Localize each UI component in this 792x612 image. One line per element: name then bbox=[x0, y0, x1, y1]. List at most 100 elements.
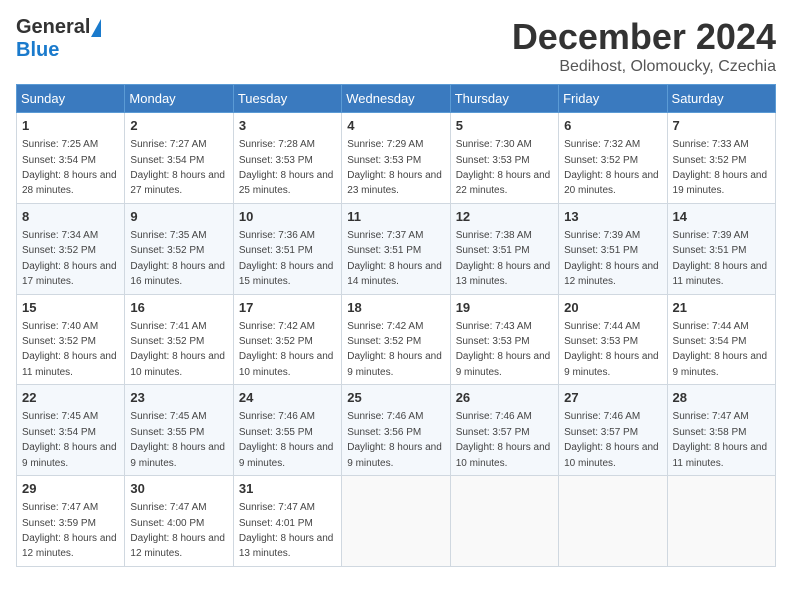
day-number: 30 bbox=[130, 480, 227, 498]
day-number: 20 bbox=[564, 299, 661, 317]
calendar-cell: 19Sunrise: 7:43 AMSunset: 3:53 PMDayligh… bbox=[450, 294, 558, 385]
day-info: Sunrise: 7:40 AMSunset: 3:52 PMDaylight:… bbox=[22, 321, 117, 378]
day-number: 13 bbox=[564, 208, 661, 226]
calendar-cell: 4Sunrise: 7:29 AMSunset: 3:53 PMDaylight… bbox=[342, 113, 450, 204]
calendar-cell: 14 Sunrise: 7:39 AMSunset: 3:51 PMDayligh… bbox=[667, 203, 775, 294]
calendar-week-row: 1 Sunrise: 7:25 AMSunset: 3:54 PMDaylight… bbox=[17, 113, 776, 204]
calendar-week-row: 22 Sunrise: 7:45 AMSunset: 3:54 PMDayligh… bbox=[17, 385, 776, 476]
day-info: Sunrise: 7:47 AMSunset: 3:58 PMDaylight:… bbox=[673, 411, 768, 468]
day-number: 29 bbox=[22, 480, 119, 498]
month-title: December 2024 bbox=[512, 16, 776, 58]
day-info: Sunrise: 7:47 AMSunset: 4:01 PMDaylight:… bbox=[239, 502, 334, 559]
location-subtitle: Bedihost, Olomoucky, Czechia bbox=[512, 58, 776, 76]
calendar-table: Sunday Monday Tuesday Wednesday Thursday… bbox=[16, 84, 776, 567]
calendar-cell: 10Sunrise: 7:36 AMSunset: 3:51 PMDayligh… bbox=[233, 203, 341, 294]
day-info: Sunrise: 7:37 AMSunset: 3:51 PMDaylight:… bbox=[347, 230, 442, 287]
day-info: Sunrise: 7:43 AMSunset: 3:53 PMDaylight:… bbox=[456, 321, 551, 378]
day-info: Sunrise: 7:39 AMSunset: 3:51 PMDaylight:… bbox=[564, 230, 659, 287]
header-tuesday: Tuesday bbox=[233, 85, 341, 113]
day-number: 21 bbox=[673, 299, 770, 317]
day-info: Sunrise: 7:47 AMSunset: 4:00 PMDaylight:… bbox=[130, 502, 225, 559]
day-info: Sunrise: 7:39 AMSunset: 3:51 PMDaylight:… bbox=[673, 230, 768, 287]
calendar-cell: 26 Sunrise: 7:46 AMSunset: 3:57 PMDayligh… bbox=[450, 385, 558, 476]
calendar-cell: 22 Sunrise: 7:45 AMSunset: 3:54 PMDayligh… bbox=[17, 385, 125, 476]
calendar-cell bbox=[667, 476, 775, 567]
logo-triangle-icon bbox=[91, 19, 101, 37]
day-info: Sunrise: 7:46 AMSunset: 3:57 PMDaylight:… bbox=[564, 411, 659, 468]
header-monday: Monday bbox=[125, 85, 233, 113]
calendar-cell: 24 Sunrise: 7:46 AMSunset: 3:55 PMDayligh… bbox=[233, 385, 341, 476]
day-number: 12 bbox=[456, 208, 553, 226]
day-number: 26 bbox=[456, 389, 553, 407]
day-info: Sunrise: 7:25 AMSunset: 3:54 PMDaylight:… bbox=[22, 139, 117, 196]
calendar-cell: 3Sunrise: 7:28 AMSunset: 3:53 PMDaylight… bbox=[233, 113, 341, 204]
logo: General Blue bbox=[16, 16, 101, 62]
calendar-cell: 31 Sunrise: 7:47 AMSunset: 4:01 PMDayligh… bbox=[233, 476, 341, 567]
calendar-cell: 11Sunrise: 7:37 AMSunset: 3:51 PMDayligh… bbox=[342, 203, 450, 294]
day-number: 6 bbox=[564, 117, 661, 135]
logo-general: General bbox=[16, 16, 90, 39]
day-number: 4 bbox=[347, 117, 444, 135]
calendar-cell: 5 Sunrise: 7:30 AMSunset: 3:53 PMDaylight… bbox=[450, 113, 558, 204]
header-saturday: Saturday bbox=[667, 85, 775, 113]
calendar-cell: 25 Sunrise: 7:46 AMSunset: 3:56 PMDayligh… bbox=[342, 385, 450, 476]
day-number: 18 bbox=[347, 299, 444, 317]
day-number: 8 bbox=[22, 208, 119, 226]
day-info: Sunrise: 7:46 AMSunset: 3:55 PMDaylight:… bbox=[239, 411, 334, 468]
calendar-cell: 8 Sunrise: 7:34 AMSunset: 3:52 PMDaylight… bbox=[17, 203, 125, 294]
day-number: 2 bbox=[130, 117, 227, 135]
calendar-week-row: 8 Sunrise: 7:34 AMSunset: 3:52 PMDaylight… bbox=[17, 203, 776, 294]
calendar-cell bbox=[450, 476, 558, 567]
day-info: Sunrise: 7:46 AMSunset: 3:56 PMDaylight:… bbox=[347, 411, 442, 468]
calendar-cell: 15Sunrise: 7:40 AMSunset: 3:52 PMDayligh… bbox=[17, 294, 125, 385]
calendar-cell bbox=[559, 476, 667, 567]
day-info: Sunrise: 7:45 AMSunset: 3:55 PMDaylight:… bbox=[130, 411, 225, 468]
day-info: Sunrise: 7:44 AMSunset: 3:53 PMDaylight:… bbox=[564, 321, 659, 378]
calendar-cell bbox=[342, 476, 450, 567]
day-number: 28 bbox=[673, 389, 770, 407]
calendar-cell: 29 Sunrise: 7:47 AMSunset: 3:59 PMDayligh… bbox=[17, 476, 125, 567]
day-number: 1 bbox=[22, 117, 119, 135]
day-info: Sunrise: 7:42 AMSunset: 3:52 PMDaylight:… bbox=[239, 321, 334, 378]
day-info: Sunrise: 7:36 AMSunset: 3:51 PMDaylight:… bbox=[239, 230, 334, 287]
calendar-header-row: Sunday Monday Tuesday Wednesday Thursday… bbox=[17, 85, 776, 113]
day-number: 23 bbox=[130, 389, 227, 407]
day-info: Sunrise: 7:41 AMSunset: 3:52 PMDaylight:… bbox=[130, 321, 225, 378]
calendar-week-row: 15Sunrise: 7:40 AMSunset: 3:52 PMDayligh… bbox=[17, 294, 776, 385]
day-number: 31 bbox=[239, 480, 336, 498]
calendar-cell: 1 Sunrise: 7:25 AMSunset: 3:54 PMDaylight… bbox=[17, 113, 125, 204]
calendar-cell: 30 Sunrise: 7:47 AMSunset: 4:00 PMDayligh… bbox=[125, 476, 233, 567]
header-thursday: Thursday bbox=[450, 85, 558, 113]
day-info: Sunrise: 7:35 AMSunset: 3:52 PMDaylight:… bbox=[130, 230, 225, 287]
day-info: Sunrise: 7:44 AMSunset: 3:54 PMDaylight:… bbox=[673, 321, 768, 378]
day-number: 25 bbox=[347, 389, 444, 407]
day-info: Sunrise: 7:34 AMSunset: 3:52 PMDaylight:… bbox=[22, 230, 117, 287]
day-number: 16 bbox=[130, 299, 227, 317]
header-friday: Friday bbox=[559, 85, 667, 113]
calendar-cell: 23 Sunrise: 7:45 AMSunset: 3:55 PMDayligh… bbox=[125, 385, 233, 476]
day-info: Sunrise: 7:27 AMSunset: 3:54 PMDaylight:… bbox=[130, 139, 225, 196]
calendar-cell: 12Sunrise: 7:38 AMSunset: 3:51 PMDayligh… bbox=[450, 203, 558, 294]
day-number: 5 bbox=[456, 117, 553, 135]
calendar-cell: 7Sunrise: 7:33 AMSunset: 3:52 PMDaylight… bbox=[667, 113, 775, 204]
calendar-cell: 17Sunrise: 7:42 AMSunset: 3:52 PMDayligh… bbox=[233, 294, 341, 385]
calendar-cell: 13 Sunrise: 7:39 AMSunset: 3:51 PMDayligh… bbox=[559, 203, 667, 294]
calendar-cell: 16 Sunrise: 7:41 AMSunset: 3:52 PMDayligh… bbox=[125, 294, 233, 385]
calendar-cell: 9Sunrise: 7:35 AMSunset: 3:52 PMDaylight… bbox=[125, 203, 233, 294]
day-info: Sunrise: 7:47 AMSunset: 3:59 PMDaylight:… bbox=[22, 502, 117, 559]
day-info: Sunrise: 7:30 AMSunset: 3:53 PMDaylight:… bbox=[456, 139, 551, 196]
calendar-cell: 28 Sunrise: 7:47 AMSunset: 3:58 PMDayligh… bbox=[667, 385, 775, 476]
calendar-cell: 20 Sunrise: 7:44 AMSunset: 3:53 PMDayligh… bbox=[559, 294, 667, 385]
calendar-cell: 2 Sunrise: 7:27 AMSunset: 3:54 PMDaylight… bbox=[125, 113, 233, 204]
day-number: 22 bbox=[22, 389, 119, 407]
day-info: Sunrise: 7:28 AMSunset: 3:53 PMDaylight:… bbox=[239, 139, 334, 196]
calendar-cell: 6 Sunrise: 7:32 AMSunset: 3:52 PMDaylight… bbox=[559, 113, 667, 204]
day-number: 27 bbox=[564, 389, 661, 407]
day-info: Sunrise: 7:32 AMSunset: 3:52 PMDaylight:… bbox=[564, 139, 659, 196]
day-info: Sunrise: 7:46 AMSunset: 3:57 PMDaylight:… bbox=[456, 411, 551, 468]
calendar-cell: 21 Sunrise: 7:44 AMSunset: 3:54 PMDayligh… bbox=[667, 294, 775, 385]
day-number: 24 bbox=[239, 389, 336, 407]
calendar-week-row: 29 Sunrise: 7:47 AMSunset: 3:59 PMDayligh… bbox=[17, 476, 776, 567]
day-number: 14 bbox=[673, 208, 770, 226]
day-info: Sunrise: 7:45 AMSunset: 3:54 PMDaylight:… bbox=[22, 411, 117, 468]
